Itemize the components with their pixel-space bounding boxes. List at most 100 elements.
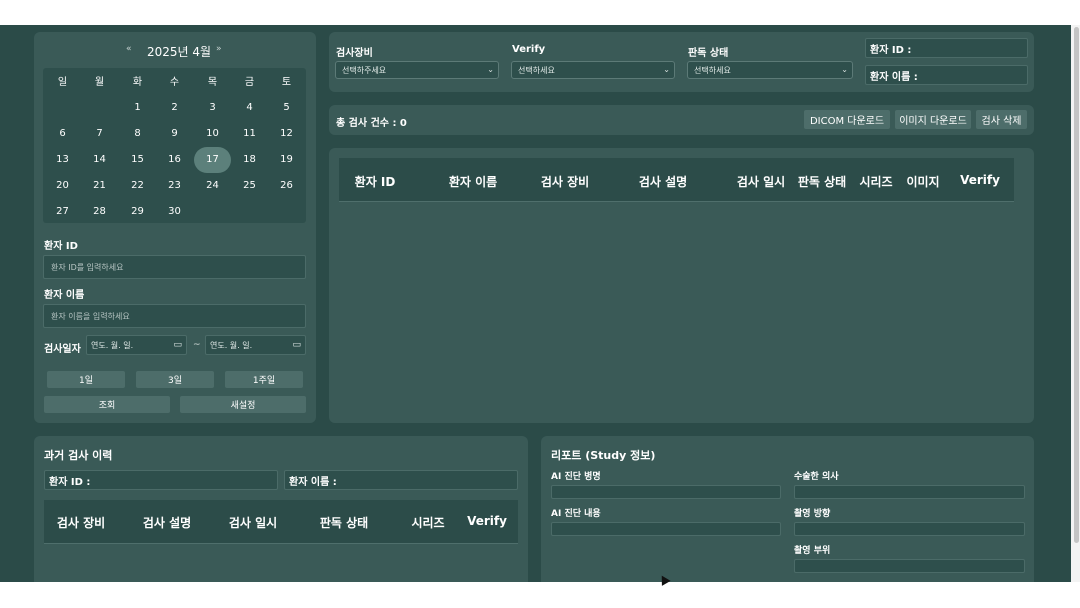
weekday-thu: 목 bbox=[207, 76, 218, 88]
calendar-day[interactable]: 15 bbox=[119, 146, 156, 172]
history-patient-id-field[interactable]: 환자 ID : bbox=[44, 470, 278, 490]
date-from-value: 연도. 월. 일. bbox=[91, 340, 134, 350]
column-header[interactable]: 검사 설명 bbox=[143, 514, 191, 531]
column-header[interactable]: Verify bbox=[467, 514, 507, 528]
calendar-day[interactable]: 23 bbox=[156, 172, 193, 198]
history-table-header bbox=[44, 500, 518, 544]
calendar-day[interactable]: 9 bbox=[156, 120, 193, 146]
calendar-day[interactable]: 7 bbox=[81, 120, 118, 146]
filter-patient-name-field[interactable]: 환자 이름 : bbox=[865, 65, 1028, 85]
column-header[interactable]: Verify bbox=[960, 173, 1000, 187]
weekday-fri: 금 bbox=[244, 76, 255, 88]
filter-patient-id-field[interactable]: 환자 ID : bbox=[865, 38, 1028, 58]
search-button[interactable]: 조회 bbox=[44, 396, 170, 413]
exam-date-label: 검사일자 bbox=[44, 344, 81, 355]
image-download-button[interactable]: 이미지 다운로드 bbox=[895, 110, 971, 129]
calendar-day[interactable]: 10 bbox=[194, 120, 231, 146]
patient-id-input[interactable]: 환자 ID를 입력하세요 bbox=[43, 255, 306, 279]
patient-name-label: 환자 이름 bbox=[44, 290, 85, 301]
calendar-day[interactable]: 21 bbox=[81, 172, 118, 198]
chevron-down-icon: ⌄ bbox=[487, 65, 494, 74]
doctor-label: 수술한 의사 bbox=[794, 472, 839, 482]
column-header[interactable]: 시리즈 bbox=[859, 173, 892, 190]
body-part-field[interactable] bbox=[794, 559, 1025, 573]
column-header[interactable]: 이미지 bbox=[906, 173, 939, 190]
column-header[interactable]: 환자 ID bbox=[355, 173, 396, 190]
calendar-day[interactable]: 16 bbox=[156, 146, 193, 172]
report-title: 리포트 (Study 정보) bbox=[551, 449, 656, 462]
status-select[interactable]: 선택하세요 ⌄ bbox=[687, 61, 853, 79]
direction-label: 촬영 방향 bbox=[794, 509, 831, 519]
range-1week-button[interactable]: 1주일 bbox=[225, 371, 303, 388]
range-1day-button[interactable]: 1일 bbox=[47, 371, 125, 388]
calendar-day[interactable]: 29 bbox=[119, 198, 156, 224]
patient-id-label: 환자 ID bbox=[44, 241, 78, 252]
filter-patient-name-label: 환자 이름 : bbox=[870, 71, 918, 83]
calendar-day[interactable]: 20 bbox=[44, 172, 81, 198]
range-3day-button[interactable]: 3일 bbox=[136, 371, 214, 388]
calendar-day[interactable]: 6 bbox=[44, 120, 81, 146]
date-to-input[interactable]: 연도. 월. 일. ▭ bbox=[205, 335, 306, 355]
column-header[interactable]: 검사 장비 bbox=[541, 173, 589, 190]
column-header[interactable]: 검사 장비 bbox=[57, 514, 105, 531]
weekday-mon: 월 bbox=[94, 76, 105, 88]
calendar-day[interactable]: 12 bbox=[268, 120, 305, 146]
column-header[interactable]: 환자 이름 bbox=[449, 173, 497, 190]
calendar-day[interactable]: 18 bbox=[231, 146, 268, 172]
column-header[interactable]: 판독 상태 bbox=[798, 173, 846, 190]
column-header[interactable]: 검사 설명 bbox=[639, 173, 687, 190]
body-part-label: 촬영 부위 bbox=[794, 546, 831, 556]
device-select-value: 선택하주세요 bbox=[342, 65, 387, 75]
chevron-down-icon: ⌄ bbox=[663, 65, 670, 74]
column-header[interactable]: 시리즈 bbox=[411, 514, 444, 531]
calendar-day[interactable]: 27 bbox=[44, 198, 81, 224]
column-header[interactable]: 판독 상태 bbox=[320, 514, 368, 531]
device-select[interactable]: 선택하주세요 ⌄ bbox=[335, 61, 499, 79]
column-header[interactable]: 검사 일시 bbox=[737, 173, 785, 190]
calendar-day[interactable]: 19 bbox=[268, 146, 305, 172]
calendar-icon[interactable]: ▭ bbox=[173, 340, 182, 350]
history-patient-id-label: 환자 ID : bbox=[49, 476, 91, 488]
dicom-download-button[interactable]: DICOM 다운로드 bbox=[804, 110, 890, 129]
doctor-field[interactable] bbox=[794, 485, 1025, 499]
calendar-day[interactable]: 5 bbox=[268, 94, 305, 120]
calendar-day[interactable]: 25 bbox=[231, 172, 268, 198]
calendar-day[interactable]: 22 bbox=[119, 172, 156, 198]
calendar-day[interactable]: 24 bbox=[194, 172, 231, 198]
ai-diagnosis-field[interactable] bbox=[551, 485, 781, 499]
history-patient-name-field[interactable]: 환자 이름 : bbox=[284, 470, 518, 490]
calendar-day[interactable]: 28 bbox=[81, 198, 118, 224]
page-scrollbar-thumb[interactable] bbox=[1074, 27, 1079, 543]
prev-month-button[interactable]: « bbox=[126, 44, 132, 54]
calendar-day[interactable]: 2 bbox=[156, 94, 193, 120]
weekday-tue: 화 bbox=[132, 76, 143, 88]
calendar-day[interactable]: 8 bbox=[119, 120, 156, 146]
delete-exam-button[interactable]: 검사 삭제 bbox=[976, 110, 1027, 129]
calendar-day[interactable]: 11 bbox=[231, 120, 268, 146]
ai-content-field[interactable] bbox=[551, 522, 781, 536]
calendar-day[interactable]: 4 bbox=[231, 94, 268, 120]
reset-button[interactable]: 새설정 bbox=[180, 396, 306, 413]
device-filter-label: 검사장비 bbox=[336, 48, 373, 59]
direction-field[interactable] bbox=[794, 522, 1025, 536]
calendar-day[interactable]: 3 bbox=[194, 94, 231, 120]
calendar-icon[interactable]: ▭ bbox=[292, 340, 301, 350]
verify-filter-label: Verify bbox=[512, 44, 546, 55]
status-select-value: 선택하세요 bbox=[694, 65, 731, 75]
history-title: 과거 검사 이력 bbox=[44, 449, 113, 462]
ai-content-label: AI 진단 내용 bbox=[551, 509, 601, 519]
calendar-day[interactable]: 26 bbox=[268, 172, 305, 198]
column-header[interactable]: 검사 일시 bbox=[229, 514, 277, 531]
calendar-day-selected[interactable]: 17 bbox=[194, 146, 231, 172]
date-from-input[interactable]: 연도. 월. 일. ▭ bbox=[86, 335, 187, 355]
verify-select[interactable]: 선택하세요 ⌄ bbox=[511, 61, 675, 79]
patient-name-input[interactable]: 환자 이름을 입력하세요 bbox=[43, 304, 306, 328]
calendar-day[interactable]: 13 bbox=[44, 146, 81, 172]
calendar-day[interactable]: 14 bbox=[81, 146, 118, 172]
weekday-sat: 토 bbox=[281, 76, 292, 88]
next-month-button[interactable]: » bbox=[216, 44, 222, 54]
date-range-separator: ~ bbox=[193, 340, 201, 350]
calendar-day[interactable]: 30 bbox=[156, 198, 193, 224]
chevron-down-icon: ⌄ bbox=[841, 65, 848, 74]
calendar-day[interactable]: 1 bbox=[119, 94, 156, 120]
